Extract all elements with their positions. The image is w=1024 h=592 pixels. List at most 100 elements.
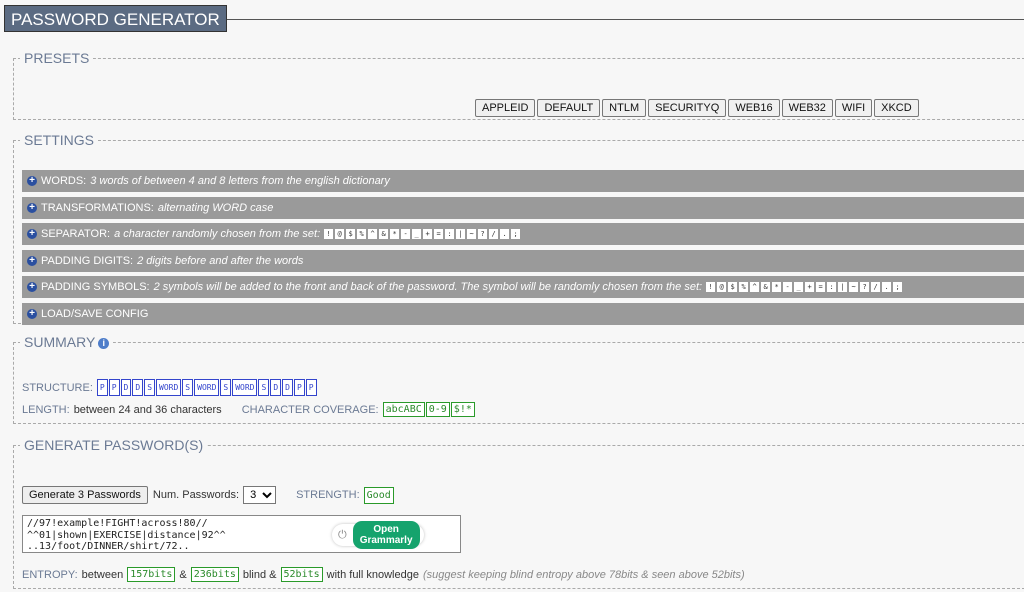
expand-plus-icon: + <box>27 229 37 239</box>
separator-symbol: ^ <box>368 229 378 239</box>
entropy-amp: & <box>179 568 187 581</box>
separator-symbol: ? <box>478 229 488 239</box>
expand-plus-icon: + <box>27 176 37 186</box>
preset-wifi-button[interactable]: WIFI <box>834 99 873 117</box>
separator-symbol: . <box>500 229 510 239</box>
entropy-between: between <box>81 568 124 581</box>
separator-symbol: : <box>445 229 455 239</box>
structure-token: WORD <box>194 379 220 396</box>
setting-label: WORDS: <box>41 175 87 187</box>
padding-symbol: _ <box>794 282 804 292</box>
setting-padding-digits[interactable]: + PADDING DIGITS: 2 digits before and af… <box>22 249 1024 272</box>
preset-default-button[interactable]: DEFAULT <box>537 99 601 117</box>
structure-token: WORD <box>156 379 182 396</box>
preset-securityq-button[interactable]: SECURITYQ <box>648 99 727 117</box>
padding-symbol: . <box>882 282 892 292</box>
presets-section: PRESETS APPLEID DEFAULT NTLM SECURITYQ WEB16… <box>13 50 1024 120</box>
generate-legend: GENERATE PASSWORD(S) <box>24 437 204 453</box>
coverage-token: 0-9 <box>425 402 450 417</box>
padding-symbol: ? <box>860 282 870 292</box>
separator-symbol: & <box>379 229 389 239</box>
setting-label: TRANSFORMATIONS: <box>41 201 154 214</box>
setting-words[interactable]: + WORDS: 3 words of between 4 and 8 lett… <box>22 170 1024 192</box>
structure-token: P <box>305 379 317 396</box>
preset-appleid-button[interactable]: APPLEID <box>475 99 536 117</box>
setting-desc: 3 words of between 4 and 8 letters from … <box>90 175 390 187</box>
setting-desc: a character randomly chosen from the set… <box>114 228 321 240</box>
padding-symbol: % <box>739 282 749 292</box>
structure-tokens: P P D D S WORD S WORD S WORD S D D P P <box>96 379 317 396</box>
title-divider <box>205 19 1024 20</box>
settings-list: + WORDS: 3 words of between 4 and 8 lett… <box>22 170 1024 329</box>
structure-token: P <box>108 379 120 396</box>
padding-symbol: / <box>871 282 881 292</box>
padding-symbol: = <box>816 282 826 292</box>
separator-symbol: _ <box>412 229 422 239</box>
info-icon[interactable]: i <box>98 337 110 349</box>
padding-symbol: : <box>827 282 837 292</box>
setting-label: LOAD/SAVE CONFIG <box>41 307 149 320</box>
generate-section: GENERATE PASSWORD(S) Generate 3 Password… <box>13 437 1024 589</box>
structure-token: WORD <box>232 379 258 396</box>
open-grammarly-button[interactable]: Open Grammarly <box>352 521 420 549</box>
presets-legend: PRESETS <box>24 50 90 66</box>
setting-transformations[interactable]: + TRANSFORMATIONS: alternating WORD case <box>22 196 1024 219</box>
length-label: LENGTH: <box>22 403 70 416</box>
strength-badge: Good <box>363 486 394 504</box>
entropy-blind-max: 236bits <box>190 567 239 582</box>
power-icon[interactable]: ⏻ <box>338 529 347 542</box>
app-title: PASSWORD GENERATOR <box>4 5 227 32</box>
setting-label: PADDING DIGITS: <box>41 254 134 267</box>
preset-web16-button[interactable]: WEB16 <box>728 99 780 117</box>
entropy-label: ENTROPY: <box>22 568 78 581</box>
entropy-blind-min: 157bits <box>127 567 176 582</box>
num-passwords-label: Num. Passwords: <box>152 489 240 501</box>
expand-plus-icon: + <box>27 282 37 292</box>
setting-load-save-config[interactable]: + LOAD/SAVE CONFIG <box>22 302 1024 325</box>
structure-row: STRUCTURE: P P D D S WORD S WORD S WORD S D D P P <box>22 379 317 396</box>
padding-symbol: ; <box>893 282 903 292</box>
entropy-blind-text: blind & <box>242 568 277 581</box>
generate-controls: Generate 3 Passwords Num. Passwords: 3 S… <box>22 486 394 504</box>
strength-label: STRENGTH: <box>296 489 360 501</box>
structure-token: D <box>270 379 282 396</box>
entropy-note: (suggest keeping blind entropy above 78b… <box>422 568 745 581</box>
num-passwords-select[interactable]: 3 <box>243 486 277 504</box>
title-bar: PASSWORD GENERATOR <box>0 0 1024 34</box>
separator-symbol: ; <box>511 229 521 239</box>
coverage-tokens: abcABC 0-9 $!* <box>382 402 475 417</box>
separator-symbol: | <box>456 229 466 239</box>
separator-symbol-set: ! @ $% ^ & * - _ + =: | ~? /.; <box>324 229 521 239</box>
expand-plus-icon: + <box>27 255 37 266</box>
padding-symbol: & <box>761 282 771 292</box>
coverage-token: $!* <box>450 402 475 417</box>
preset-web32-button[interactable]: WEB32 <box>781 99 833 117</box>
summary-legend: SUMMARY i <box>20 334 113 350</box>
preset-buttons: APPLEID DEFAULT NTLM SECURITYQ WEB16 WEB32 WIF… <box>475 99 919 117</box>
structure-token: S <box>144 379 156 396</box>
preset-xkcd-button[interactable]: XKCD <box>874 99 919 117</box>
separator-symbol: ~ <box>467 229 477 239</box>
padding-symbol: ! <box>706 282 716 292</box>
entropy-row: ENTROPY: between 157bits & 236bits blind… <box>22 567 745 582</box>
separator-symbol: ! <box>324 229 334 239</box>
summary-legend-text: SUMMARY <box>24 334 96 350</box>
structure-token: P <box>96 379 108 396</box>
separator-symbol: % <box>357 229 367 239</box>
structure-token: S <box>220 379 232 396</box>
grammarly-widget: ⏻ Open Grammarly <box>332 521 424 549</box>
generate-passwords-button[interactable]: Generate 3 Passwords <box>22 486 148 504</box>
preset-ntlm-button[interactable]: NTLM <box>602 99 647 117</box>
expand-plus-icon: + <box>27 308 37 319</box>
padding-symbol: + <box>805 282 815 292</box>
padding-symbol: * <box>772 282 782 292</box>
padding-symbol: $ <box>728 282 738 292</box>
settings-section: SETTINGS + WORDS: 3 words of between 4 a… <box>13 132 1024 325</box>
padding-symbol: @ <box>717 282 727 292</box>
setting-padding-symbols[interactable]: + PADDING SYMBOLS: 2 symbols will be add… <box>22 276 1024 298</box>
padding-symbol: ~ <box>849 282 859 292</box>
coverage-token: abcABC <box>382 402 425 417</box>
setting-label: SEPARATOR: <box>41 228 111 240</box>
setting-separator[interactable]: + SEPARATOR: a character randomly chosen… <box>22 223 1024 245</box>
separator-symbol: / <box>489 229 499 239</box>
